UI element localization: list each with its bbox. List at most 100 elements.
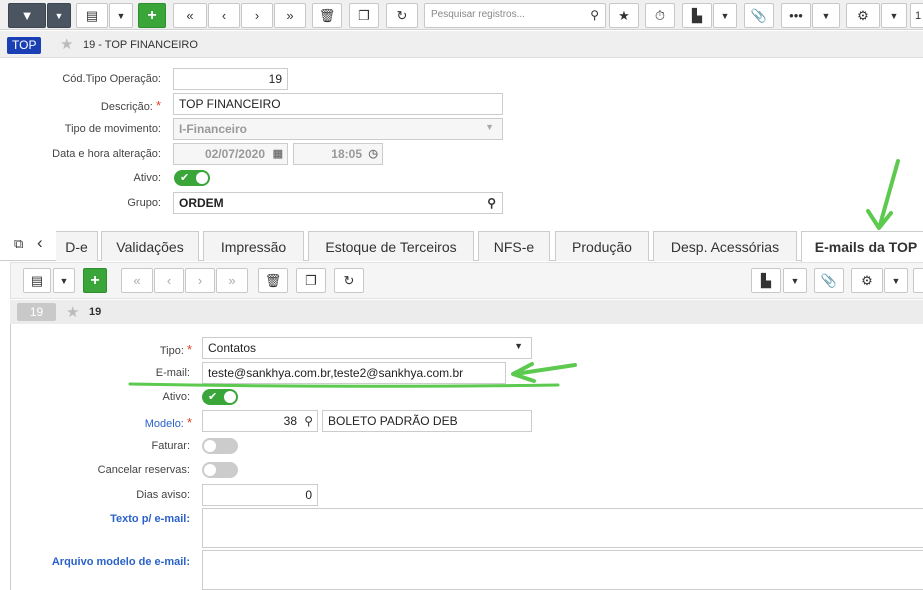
dias-aviso-label: Dias aviso: [136,489,190,501]
caret-down-icon: ▼ [889,10,899,21]
export-button[interactable]: ▙ [751,268,781,293]
grupo-field[interactable]: ORDEM ⚲ [173,192,503,214]
caret-down-icon: ▼ [790,275,800,286]
tab-estoque-terceiros[interactable]: Estoque de Terceiros [308,231,474,261]
add-button[interactable]: + [138,3,166,28]
settings-button[interactable]: ⚙ [851,268,883,293]
search-input[interactable]: Pesquisar registros... ⚲ [424,3,606,28]
cod-field[interactable]: 19 [173,68,288,90]
tab-producao[interactable]: Produção [555,231,649,261]
email-label: E-mail: [155,367,190,379]
search-icon[interactable]: ⚲ [304,414,313,428]
top-tag: TOP [7,37,42,54]
timer-button[interactable]: ⏱ [645,3,675,28]
delete-button[interactable]: 🗑 [312,3,342,28]
ativo-toggle[interactable]: ✔ [202,389,238,405]
cod-label: Cód.Tipo Operação: [62,73,161,85]
export-button[interactable]: ▙ [682,3,712,28]
chevron-left-icon: ‹ [166,273,172,288]
descricao-field[interactable]: TOP FINANCEIRO [173,93,503,115]
required-mark: * [155,98,161,113]
copy-button[interactable]: ❐ [296,268,326,293]
hora-alteracao-field: 18:05 ◷ [293,143,383,165]
extra-button[interactable] [913,268,923,293]
star-icon: ★ [618,7,630,23]
attachment-button[interactable]: 📎 [744,3,774,28]
first-record-button[interactable]: « [121,268,153,293]
texto-email-field[interactable] [202,508,923,548]
tipo-select[interactable]: Contatos ▼ [202,337,532,359]
record-title: 19 [89,306,102,318]
export-dropdown-button[interactable]: ▼ [783,268,807,293]
caret-down-icon: ▼ [514,341,523,351]
tab-impressao[interactable]: Impressão [203,231,304,261]
tab-validacoes[interactable]: Validações [101,231,199,261]
texto-email-label: Texto p/ e-mail: [110,513,190,525]
grid-view-button[interactable]: ▤ [23,268,51,293]
tipo-movimento-select: I-Financeiro ▼ [173,118,503,140]
ellipsis-icon: ••• [789,8,803,23]
trash-icon: 🗑 [264,272,282,288]
arquivo-modelo-field[interactable] [202,550,923,590]
cancelar-reservas-label: Cancelar reservas: [97,464,190,476]
refresh-button[interactable]: ↻ [334,268,364,293]
grid-view-button[interactable]: ▤ [76,3,108,28]
modelo-code-field[interactable]: 38 ⚲ [202,410,318,432]
settings-button[interactable]: ⚙ [846,3,880,28]
search-icon[interactable]: ⚲ [590,8,599,22]
filter-button[interactable]: ▼ [8,3,46,28]
delete-button[interactable]: 🗑 [258,268,288,293]
cancelar-reservas-toggle[interactable] [202,462,238,478]
annotation-arrow-tab [878,159,900,227]
favorite-button[interactable]: ★ [609,3,639,28]
tab-d-e[interactable]: D-e [56,231,98,261]
email-field[interactable]: teste@sankhya.com.br,teste2@sankhya.com.… [202,362,506,384]
detail-toolbar: ▤ ▼ + « ‹ › » 🗑 ❐ ↻ ▙ ▼ 📎 ⚙ ▼ [10,262,923,299]
copy-tabs-icon[interactable]: ⧉ [14,236,23,252]
search-icon[interactable]: ⚲ [487,196,496,210]
first-record-button[interactable]: « [173,3,207,28]
required-mark: * [186,415,192,430]
next-record-button[interactable]: › [185,268,215,293]
refresh-button[interactable]: ↻ [386,3,418,28]
tab-nfs-e[interactable]: NFS-e [478,231,550,261]
more-actions-button[interactable]: ••• [781,3,811,28]
add-button[interactable]: + [83,268,107,293]
export-dropdown-button[interactable]: ▼ [713,3,737,28]
previous-record-button[interactable]: ‹ [208,3,240,28]
last-record-button[interactable]: » [216,268,248,293]
chevron-left-icon: ‹ [221,8,227,23]
tab-emails-top[interactable]: E-mails da TOP [801,231,923,262]
next-record-button[interactable]: › [241,3,273,28]
data-alteracao-label: Data e hora alteração: [52,148,161,160]
filter-dropdown-button[interactable]: ▼ [47,3,71,28]
annotation-arrowhead-email [511,362,536,383]
faturar-toggle[interactable] [202,438,238,454]
chevron-right-icon: › [254,8,260,23]
settings-dropdown-button[interactable]: ▼ [884,268,908,293]
more-dropdown-button[interactable]: ▼ [812,3,840,28]
copy-button[interactable]: ❐ [349,3,379,28]
grid-icon: ▤ [85,7,99,23]
record-tag: 19 [17,303,56,321]
previous-record-button[interactable]: ‹ [154,268,184,293]
double-chevron-left-icon: « [186,8,194,23]
chevron-right-icon: › [197,273,203,288]
page-number: 1 [915,9,922,22]
last-record-button[interactable]: » [274,3,306,28]
annotation-underline-email [128,382,560,388]
tab-desp-acessorias[interactable]: Desp. Acessórias [653,231,797,261]
filter-icon: ▼ [20,8,34,23]
view-dropdown-button[interactable]: ▼ [53,268,75,293]
pagination-field[interactable]: 1 [910,3,923,28]
attachment-button[interactable]: 📎 [814,268,844,293]
chevron-left-icon[interactable]: ‹ [37,233,43,253]
star-icon[interactable]: ★ [66,303,79,321]
view-dropdown-button[interactable]: ▼ [109,3,133,28]
check-icon: ✔ [180,172,190,184]
dias-aviso-field[interactable]: 0 [202,484,318,506]
star-icon[interactable]: ★ [60,35,73,53]
paperclip-icon: 📎 [820,272,838,288]
ativo-toggle[interactable]: ✔ [174,170,210,186]
settings-dropdown-button[interactable]: ▼ [881,3,907,28]
